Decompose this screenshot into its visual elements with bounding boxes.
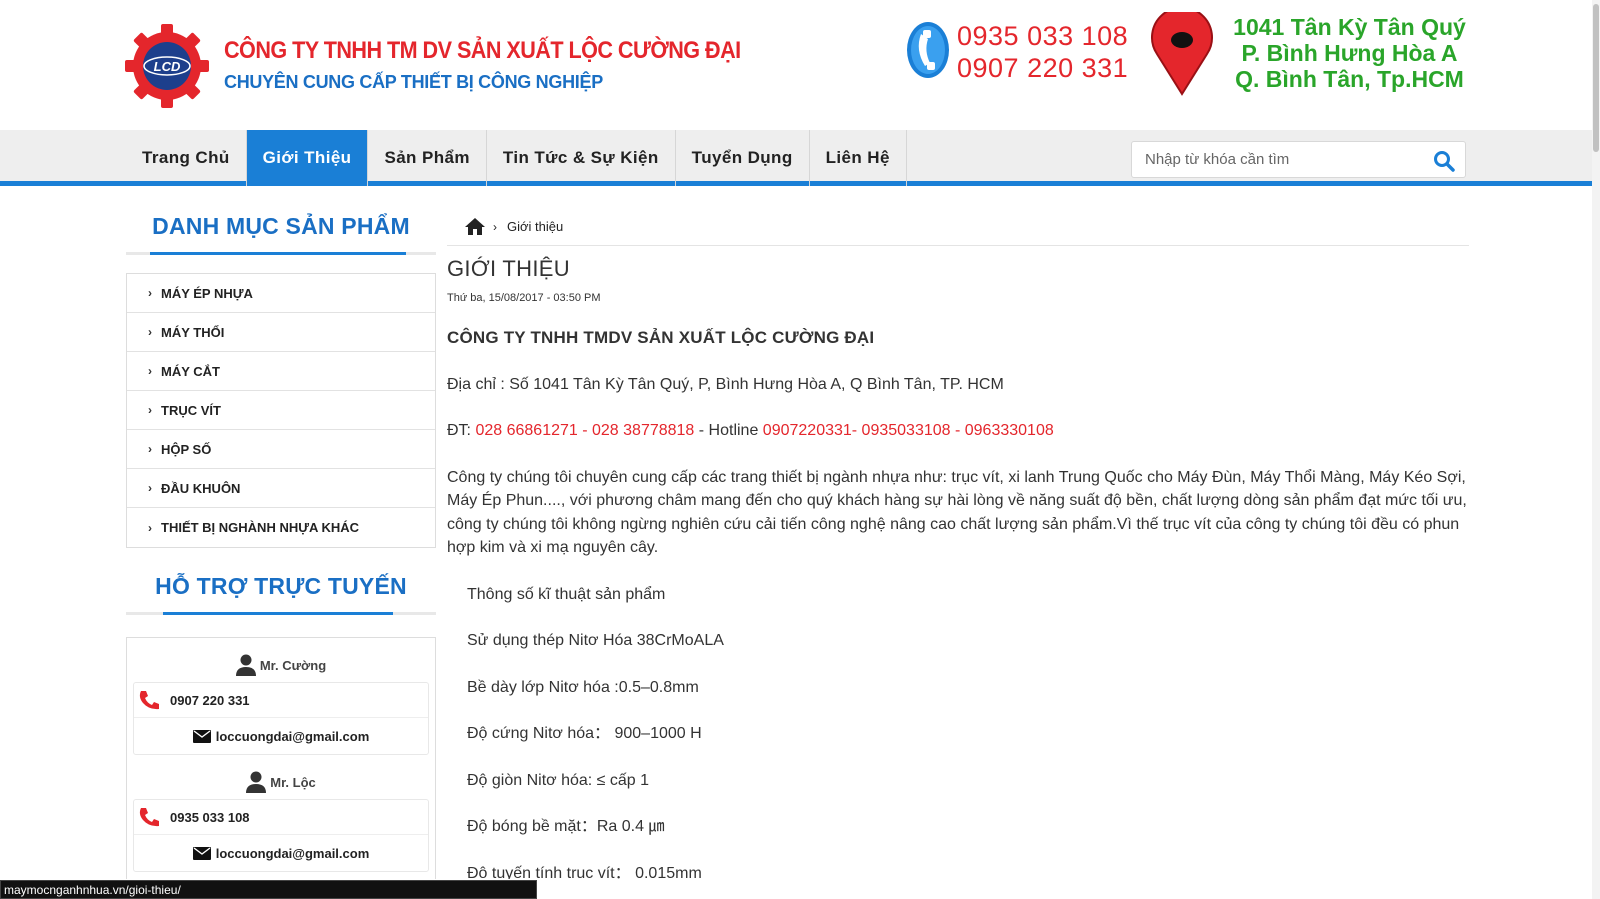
category-item[interactable]: › MÁY ÉP NHỰA (127, 274, 435, 313)
breadcrumb-current: Giới thiệu (507, 219, 564, 234)
spec-line: Thông số kĩ thuật sản phẩm (467, 585, 666, 603)
spec-line: Độ giòn Nitơ hóa: ≤ cấp 1 (467, 771, 650, 789)
header-phone-2[interactable]: 0907 220 331 (957, 52, 1128, 84)
chevron-right-icon: › (148, 325, 152, 339)
nav-item-contact[interactable]: Liên Hệ (810, 130, 907, 186)
nav-item-products[interactable]: Sản Phẩm (368, 130, 487, 186)
support-person: Mr. Cường (133, 648, 429, 682)
user-icon (246, 771, 267, 793)
category-item[interactable]: › TRỤC VÍT (127, 391, 435, 430)
support-title: HỖ TRỢ TRỰC TUYẾN (155, 573, 407, 599)
envelope-icon (192, 729, 211, 743)
chevron-right-icon: › (148, 520, 152, 535)
spec-line: Bề dày lớp Nitơ hóa :0.5–0.8mm (467, 678, 699, 696)
category-label: THIẾT BỊ NGHÀNH NHỰA KHÁC (161, 520, 360, 535)
category-label: MÁY CẮT (161, 363, 220, 379)
article-address: Địa chỉ : Số 1041 Tân Kỳ Tân Quý, P, Bìn… (447, 375, 1004, 393)
breadcrumb-separator-icon: › (493, 219, 497, 234)
categories-title: DANH MỤC SẢN PHẨM (152, 213, 410, 239)
chevron-right-icon: › (148, 364, 152, 378)
search-icon[interactable] (1433, 150, 1455, 172)
article-phones: ĐT: 028 66861271 - 028 38778818 - Hotlin… (447, 419, 1469, 443)
category-item[interactable]: › MÁY THỔI (127, 313, 435, 352)
category-label: TRỤC VÍT (161, 402, 221, 418)
category-item[interactable]: › HỘP SỐ (127, 430, 435, 469)
site-header: LCD CÔNG TY TNHH TM DV SẢN XUẤT LỘC CƯỜN… (0, 0, 1560, 130)
scrollbar-thumb[interactable] (1593, 4, 1599, 152)
spec-line: Độ bóng bề mặt：Ra 0.4 ㎛ (467, 818, 665, 835)
phone-numbers: 028 66861271 - 028 38778818 (475, 422, 695, 439)
hotline-label: - Hotline (694, 422, 763, 439)
company-tagline: CHUYÊN CUNG CẤP THIẾT BỊ CÔNG NGHIỆP (224, 72, 603, 92)
contact-card: 0907 220 331 loccuongdai@gmail.com (133, 682, 429, 755)
header-address-line-1: 1041 Tân Kỳ Tân Quý (1233, 14, 1466, 40)
support-person-name: Mr. Cường (259, 657, 327, 673)
chevron-right-icon: › (148, 442, 152, 456)
company-logo[interactable]: LCD (125, 24, 209, 108)
spec-line: Độ cứng Nitơ hóa： 900–1000 H (467, 725, 702, 742)
page-title: GIỚI THIỆU (447, 256, 570, 281)
search-input[interactable] (1132, 142, 1412, 177)
map-pin-icon (1151, 12, 1213, 96)
post-date: Thứ ba, 15/08/2017 - 03:50 PM (447, 292, 601, 304)
contact-card: 0935 033 108 loccuongdai@gmail.com (133, 799, 429, 872)
support-email-address: loccuongdai@gmail.com (215, 728, 370, 744)
nav-item-careers[interactable]: Tuyển Dụng (676, 130, 810, 186)
header-address: 1041 Tân Kỳ Tân Quý P. Bình Hưng Hòa A Q… (1227, 14, 1472, 92)
company-name: CÔNG TY TNHH TM DV SẢN XUẤT LỘC CƯỜNG ĐẠ… (224, 37, 741, 64)
envelope-icon (192, 846, 211, 860)
phone-label: ĐT: (447, 422, 476, 439)
header-address-line-2: P. Bình Hưng Hòa A (1241, 40, 1458, 66)
browser-status-bar: maymocnganhnhua.vn/gioi-thieu/ (0, 880, 537, 899)
chevron-right-icon: › (148, 286, 152, 300)
category-label: ĐẦU KHUÔN (161, 480, 241, 496)
support-email[interactable]: loccuongdai@gmail.com (134, 835, 428, 871)
phone-handset-icon (139, 808, 159, 827)
user-icon (235, 654, 256, 676)
category-list: › MÁY ÉP NHỰA › MÁY THỔI › MÁY CẮT › TRỤC VÍ… (126, 273, 436, 548)
support-phone[interactable]: 0935 033 108 (134, 800, 428, 835)
sidebar: DANH MỤC SẢN PHẨM › MÁY ÉP NHỰA › MÁY THỔI… (126, 200, 436, 899)
header-phones: 0935 033 108 0907 220 331 (957, 20, 1128, 84)
spec-line: Sử dụng thép Nitơ Hóa 38CrMoALA (467, 632, 724, 649)
categories-heading: DANH MỤC SẢN PHẨM (126, 200, 436, 255)
header-phone-1[interactable]: 0935 033 108 (957, 20, 1128, 52)
svg-text:LCD: LCD (154, 59, 181, 74)
article-intro: Công ty chúng tôi chuyên cung cấp các tr… (447, 468, 1467, 557)
main-nav: Trang Chủ Giới Thiệu Sản Phẩm Tin Tức & … (0, 130, 1592, 186)
main-content: › Giới thiệu GIỚI THIỆU Thứ ba, 15/08/20… (447, 208, 1469, 899)
breadcrumb: › Giới thiệu (447, 208, 1469, 246)
article-company: CÔNG TY TNHH TMDV SẢN XUẤT LỘC CƯỜNG ĐẠI (447, 328, 875, 347)
nav-item-news[interactable]: Tin Tức & Sự Kiện (487, 130, 676, 186)
support-box: Mr. Cường 0907 220 331 loccuongdai@gmail… (126, 637, 436, 899)
category-item[interactable]: › THIẾT BỊ NGHÀNH NHỰA KHÁC (127, 508, 435, 547)
nav-item-home[interactable]: Trang Chủ (126, 130, 247, 186)
category-item[interactable]: › ĐẦU KHUÔN (127, 469, 435, 508)
home-icon[interactable] (465, 218, 485, 235)
heading-underline (150, 252, 406, 255)
search-box (1131, 141, 1466, 178)
category-label: MÁY ÉP NHỰA (161, 285, 253, 301)
phone-handset-icon (139, 691, 159, 710)
support-heading: HỖ TRỢ TRỰC TUYẾN (126, 560, 436, 615)
support-phone-number: 0935 033 108 (170, 809, 250, 825)
heading-underline (163, 612, 393, 615)
header-address-line-3: Q. Bình Tân, Tp.HCM (1235, 66, 1464, 92)
support-person-name: Mr. Lộc (270, 774, 316, 790)
category-item[interactable]: › MÁY CẮT (127, 352, 435, 391)
support-phone-number: 0907 220 331 (170, 692, 250, 708)
support-phone[interactable]: 0907 220 331 (134, 683, 428, 718)
support-email[interactable]: loccuongdai@gmail.com (134, 718, 428, 754)
support-person: Mr. Lộc (133, 765, 429, 799)
nav-item-about[interactable]: Giới Thiệu (246, 130, 369, 186)
chevron-right-icon: › (148, 403, 152, 417)
nav-items: Trang Chủ Giới Thiệu Sản Phẩm Tin Tức & … (126, 130, 907, 186)
article-body: CÔNG TY TNHH TMDV SẢN XUẤT LỘC CƯỜNG ĐẠI… (447, 326, 1469, 885)
support-email-address: loccuongdai@gmail.com (215, 845, 370, 861)
category-label: HỘP SỐ (161, 441, 212, 457)
category-label: MÁY THỔI (161, 324, 225, 340)
chevron-right-icon: › (148, 481, 152, 495)
hotline-numbers: 0907220331- 0935033108 - 0963330108 (762, 422, 1054, 439)
phone-icon (907, 22, 949, 78)
